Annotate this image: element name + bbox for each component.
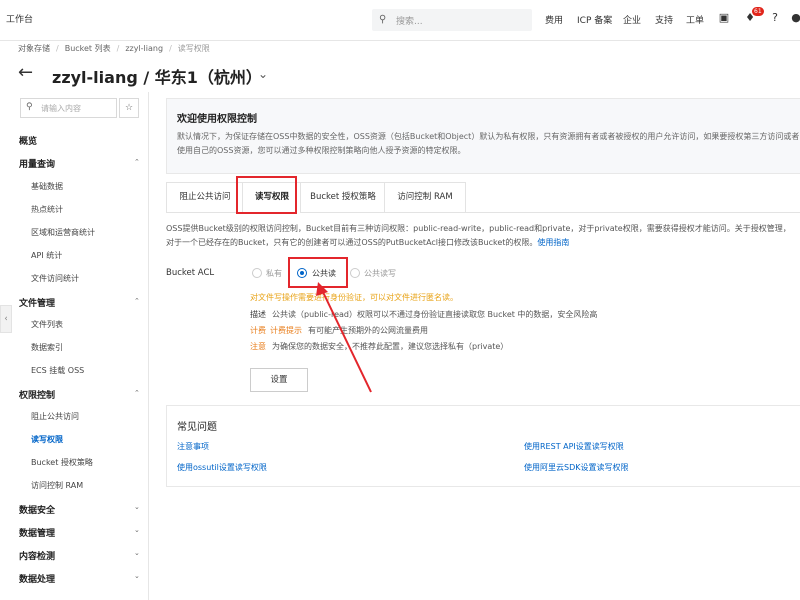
info-key: 计费	[250, 326, 266, 335]
welcome-title: 欢迎使用权限控制	[177, 114, 257, 125]
welcome-text: 默认情况下，为保证存储在OSS中数据的安全性，OSS资源（包括Bucket和Ob…	[177, 132, 800, 155]
sidebar-group-permission[interactable]: 权限控制	[19, 388, 55, 401]
sidebar-item-hotspot[interactable]: 热点统计	[31, 204, 63, 215]
sidebar-item-region-stats[interactable]: 区域和运营商统计	[31, 227, 95, 238]
back-arrow-icon[interactable]: ←	[18, 62, 33, 83]
workbench-link[interactable]: 工作台	[0, 0, 39, 40]
sidebar-group-data-processing[interactable]: 数据处理	[19, 572, 55, 585]
sidebar-search-input[interactable]: ⚲ 请输入内容	[20, 98, 117, 118]
faq-link-rest-api[interactable]: 使用REST API设置读写权限	[524, 441, 624, 452]
chevron-down-icon[interactable]: ⌄	[134, 526, 140, 534]
breadcrumb-item[interactable]: zzyl-liang	[125, 44, 163, 53]
tab-block-public[interactable]: 阻止公共访问	[166, 182, 244, 213]
star-icon[interactable]: ☆	[119, 98, 139, 118]
radio-public-read-write[interactable]	[350, 268, 360, 278]
terminal-icon[interactable]: ▣	[717, 11, 731, 25]
breadcrumb-item[interactable]: Bucket 列表	[65, 44, 111, 53]
nav-ticket[interactable]: 工单	[686, 13, 704, 26]
sidebar-group-usage[interactable]: 用量查询	[19, 157, 55, 170]
info-key: 描述	[250, 310, 266, 319]
tab-bucket-policy[interactable]: Bucket 授权策略	[300, 182, 386, 213]
notification-badge: 61	[752, 7, 764, 16]
set-button[interactable]: 设置	[250, 368, 308, 392]
radio-label-private[interactable]: 私有	[266, 268, 282, 279]
cart-icon[interactable]: ●	[789, 11, 800, 25]
faq-title: 常见问题	[177, 422, 217, 433]
global-search[interactable]: ⚲ 搜索...	[372, 9, 532, 31]
sidebar-group-data-management[interactable]: 数据管理	[19, 526, 55, 539]
chevron-up-icon[interactable]: ⌃	[134, 158, 140, 166]
usage-guide-link[interactable]: 使用指南	[537, 238, 569, 247]
description-line: OSS提供Bucket级别的权限访问控制，Bucket目前有三种访问权限：pub…	[166, 224, 791, 233]
info-text: 公共读（public-read）权限可以不通过身份验证直接读取您 Bucket …	[272, 310, 598, 319]
info-text: 为确保您的数据安全，不推荐此配置，建议您选择私有（private）	[272, 342, 509, 351]
radio-private[interactable]	[252, 268, 262, 278]
bucket-acl-label: Bucket ACL	[166, 268, 215, 278]
acl-warning: 对文件写操作需要进行身份验证，可以对文件进行匿名读。	[250, 293, 458, 302]
welcome-panel: 欢迎使用权限控制 默认情况下，为保证存储在OSS中数据的安全性，OSS资源（包括…	[166, 98, 800, 174]
acl-info-description: 描述 公共读（public-read）权限可以不通过身份验证直接读取您 Bucke…	[250, 309, 597, 320]
faq-link-ossutil[interactable]: 使用ossutil设置读写权限	[177, 462, 267, 473]
chevron-down-icon[interactable]: ⌄	[134, 572, 140, 580]
faq-link-sdk[interactable]: 使用阿里云SDK设置读写权限	[524, 462, 628, 473]
sidebar-item-data-index[interactable]: 数据索引	[31, 342, 63, 353]
chevron-down-icon[interactable]: ⌄	[134, 549, 140, 557]
nav-enterprise[interactable]: 企业	[623, 13, 641, 26]
sidebar-item-file-list[interactable]: 文件列表	[31, 319, 63, 330]
info-key: 计费提示	[270, 326, 302, 335]
acl-info-note: 注意 为确保您的数据安全，不推荐此配置，建议您选择私有（private）	[250, 341, 508, 352]
acl-info-billing: 计费 计费提示 有可能产生预期外的公网流量费用	[250, 325, 428, 336]
sidebar-item-ram[interactable]: 访问控制 RAM	[31, 480, 83, 491]
sidebar-item-basic-data[interactable]: 基础数据	[31, 181, 63, 192]
sidebar-collapse-handle[interactable]: ‹	[0, 305, 12, 333]
info-key: 注意	[250, 342, 266, 351]
sidebar-item-block-public[interactable]: 阻止公共访问	[31, 411, 79, 422]
chevron-down-icon[interactable]: ⌄	[258, 67, 268, 81]
info-text: 有可能产生预期外的公网流量费用	[308, 326, 428, 335]
sidebar-group-content-detection[interactable]: 内容检测	[19, 549, 55, 562]
sidebar-item-bucket-policy[interactable]: Bucket 授权策略	[31, 457, 93, 468]
tab-ram[interactable]: 访问控制 RAM	[384, 182, 466, 213]
description-line: 对于一个已经存在的Bucket，只有它的创建者可以通过OSS的PutBucket…	[166, 238, 538, 247]
chevron-up-icon[interactable]: ⌃	[134, 297, 140, 305]
sidebar-item-rw-permission[interactable]: 读写权限	[31, 434, 63, 445]
top-bar: 工作台 ⚲ 搜索... 费用 ICP 备案 企业 支持 工单 ▣ ♦ 61 ? …	[0, 0, 800, 41]
sidebar-item-file-access[interactable]: 文件访问统计	[31, 273, 79, 284]
sidebar-group-file-management[interactable]: 文件管理	[19, 296, 55, 309]
breadcrumb-item[interactable]: 对象存储	[18, 44, 50, 53]
nav-billing[interactable]: 费用	[545, 13, 563, 26]
breadcrumb-current: 读写权限	[177, 44, 210, 53]
nav-icp[interactable]: ICP 备案	[577, 13, 612, 26]
help-icon[interactable]: ?	[768, 11, 782, 25]
chevron-down-icon[interactable]: ⌄	[134, 503, 140, 511]
radio-label-public-read-write[interactable]: 公共读写	[364, 268, 396, 279]
faq-link-notes[interactable]: 注意事项	[177, 441, 209, 452]
search-placeholder: 搜索...	[396, 17, 423, 27]
search-icon: ⚲	[379, 14, 387, 25]
annotation-highlight-box	[236, 176, 297, 214]
breadcrumb: 对象存储 / Bucket 列表 / zzyl-liang / 读写权限	[18, 44, 210, 53]
sidebar-item-ecs-mount[interactable]: ECS 挂载 OSS	[31, 365, 84, 376]
annotation-highlight-box	[288, 257, 348, 288]
sidebar-item-api-stats[interactable]: API 统计	[31, 250, 62, 261]
nav-support[interactable]: 支持	[655, 13, 673, 26]
acl-description: OSS提供Bucket级别的权限访问控制，Bucket目前有三种访问权限：pub…	[166, 222, 800, 250]
sidebar-search-placeholder: 请输入内容	[41, 104, 81, 113]
search-icon: ⚲	[26, 102, 33, 112]
sidebar-group-data-security[interactable]: 数据安全	[19, 503, 55, 516]
chevron-up-icon[interactable]: ⌃	[134, 389, 140, 397]
faq-panel: 常见问题	[166, 405, 800, 487]
page-title: zzyl-liang / 华东1（杭州）	[52, 68, 262, 87]
sidebar-item-overview[interactable]: 概览	[19, 134, 37, 147]
